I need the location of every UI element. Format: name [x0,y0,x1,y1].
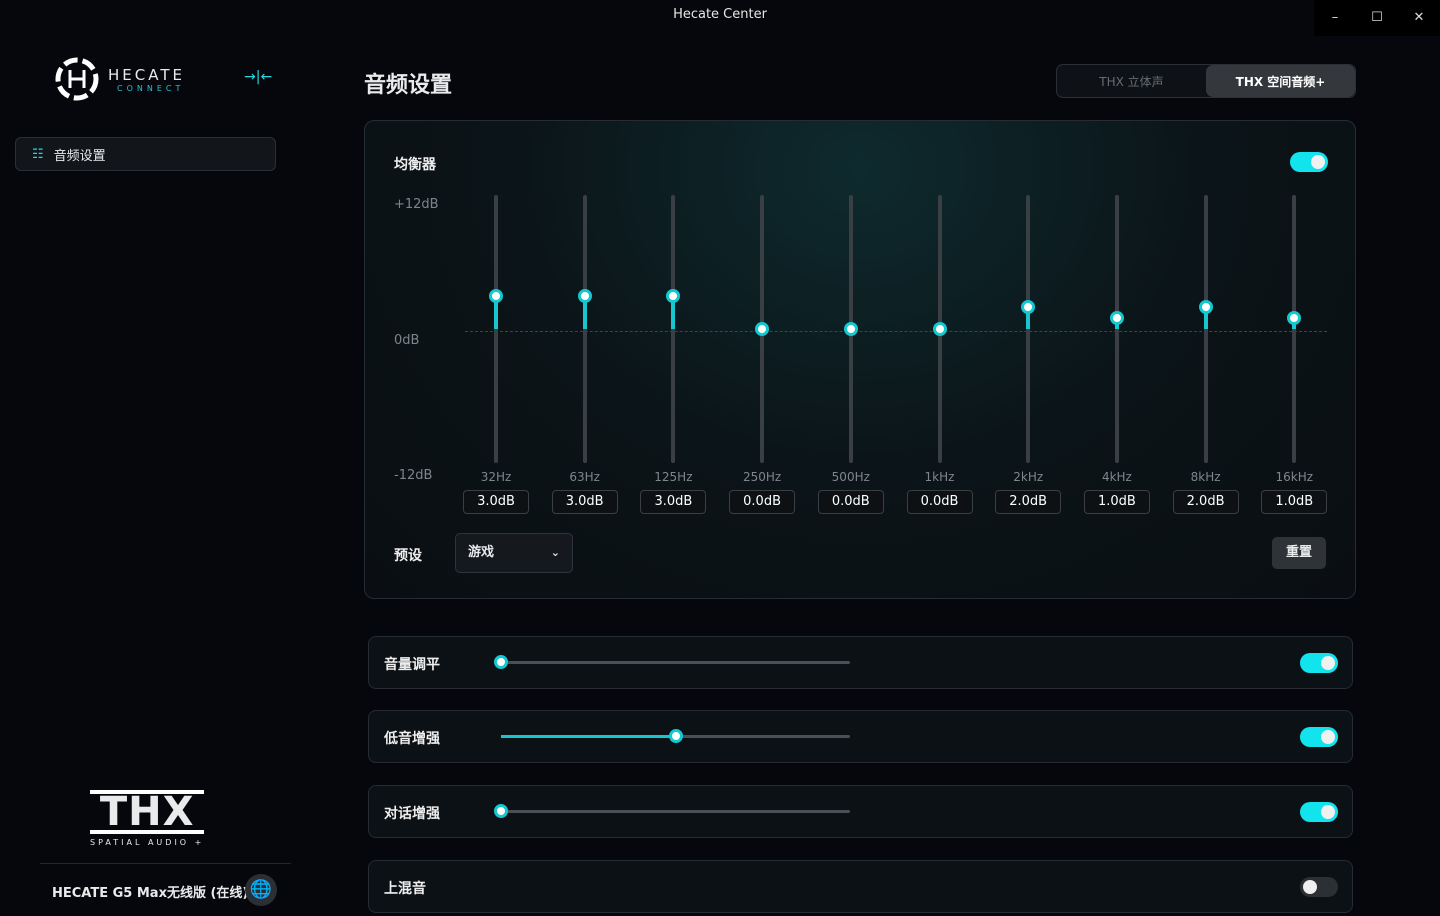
eq-band-value[interactable]: 1.0dB [1261,490,1328,514]
eq-band-freq: 8kHz [1190,470,1221,484]
eq-band-value[interactable]: 0.0dB [817,490,884,514]
slider-fill [501,735,676,738]
sliders-icon: ☷ [32,146,44,162]
dialogue-boost-toggle[interactable] [1300,802,1338,822]
dialogue-boost-slider[interactable] [494,804,850,818]
eq-band-slider[interactable] [671,195,676,463]
slider-handle[interactable] [494,655,508,669]
eq-band-value[interactable]: 0.0dB [729,490,796,514]
eq-band-value[interactable]: 2.0dB [1172,490,1239,514]
eq-band-handle[interactable] [755,322,770,336]
eq-band-freq: 4kHz [1101,470,1132,484]
feature-label: 对话增强 [384,806,440,822]
eq-band-value[interactable]: 3.0dB [463,490,529,514]
eq-band-value[interactable]: 0.0dB [906,490,973,514]
logo-name: HECATE [108,65,185,84]
zero-line [465,331,1327,332]
eq-band-handle[interactable] [1109,310,1124,325]
preset-value: 游戏 [468,545,495,560]
sidebar-item-audio-settings[interactable]: ☷ 音频设置 [15,137,276,171]
hecate-logo: HECATE CONNECT [54,56,185,102]
window-controls: – ☐ ✕ [1314,0,1440,36]
eq-band-slider[interactable] [1114,195,1119,463]
bass-boost-slider[interactable] [501,729,850,743]
device-status: HECATE G5 Max无线版 (在线) [52,886,249,901]
eq-band-handle[interactable] [1021,299,1036,314]
mode-switch: THX 立体声 THX 空间音频+ [1056,64,1356,98]
eq-band-slider[interactable] [1026,195,1031,463]
divider [40,863,291,864]
eq-band-freq: 32Hz [480,470,512,484]
eq-band-freq: 125Hz [654,470,693,484]
eq-band-freq: 16kHz [1275,470,1314,484]
feature-row-upmix: 上混音 [368,860,1353,913]
eq-band-handle[interactable] [577,288,592,303]
tab-thx-stereo[interactable]: THX 立体声 [1057,65,1206,97]
minimize-button[interactable]: – [1314,0,1356,36]
bass-boost-toggle[interactable] [1300,727,1338,747]
sidebar-item-label: 音频设置 [53,148,106,164]
collapse-sidebar-icon[interactable]: →|← [244,69,272,85]
feature-row-bass-boost: 低音增强 [368,710,1353,763]
window-title: Hecate Center [673,7,767,22]
feature-label: 低音增强 [384,731,440,747]
eq-band-slider[interactable] [1292,195,1297,463]
eq-band-freq: 500Hz [831,470,870,484]
eq-band-freq: 63Hz [569,470,600,484]
eq-band-freq: 1kHz [924,470,955,484]
eq-band-handle[interactable] [489,288,503,303]
slider-handle[interactable] [494,804,508,818]
eq-band-freq: 2kHz [1013,470,1044,484]
scale-max: +12dB [394,197,439,212]
eq-band-handle[interactable] [1287,310,1302,325]
page-title: 音频设置 [364,73,453,98]
chevron-down-icon: ⌄ [550,546,560,559]
eq-band-handle[interactable] [932,322,947,336]
preset-label: 预设 [394,548,422,564]
tab-thx-spatial[interactable]: THX 空间音频+ [1206,65,1355,97]
eq-band-slider[interactable] [582,195,587,463]
eq-band-handle[interactable] [1198,299,1213,314]
equalizer-toggle[interactable] [1290,152,1328,172]
eq-band-value[interactable]: 1.0dB [1083,490,1150,514]
equalizer-label: 均衡器 [394,157,436,173]
eq-band-freq: 250Hz [742,470,782,484]
scale-zero: 0dB [394,333,420,348]
reset-button[interactable]: 重置 [1272,537,1326,569]
eq-band-slider[interactable] [1203,195,1208,463]
hecate-logo-icon [55,57,99,101]
feature-row-volume-leveling: 音量调平 [368,636,1353,689]
eq-band-handle[interactable] [666,288,681,303]
logo-sub: CONNECT [117,83,185,93]
close-button[interactable]: ✕ [1398,0,1440,36]
eq-band-value[interactable]: 3.0dB [640,490,707,514]
feature-row-dialogue-boost: 对话增强 [368,785,1353,838]
eq-band-handle[interactable] [843,322,858,336]
volume-leveling-toggle[interactable] [1300,653,1338,673]
eq-band-value[interactable]: 2.0dB [995,490,1062,514]
upmix-toggle[interactable] [1300,877,1338,897]
maximize-button[interactable]: ☐ [1356,0,1398,36]
feature-label: 上混音 [384,881,426,897]
equalizer-panel: 均衡器 +12dB 0dB -12dB 32Hz 3.0dB 63Hz 3.0dB 12… [364,120,1356,599]
language-globe-icon[interactable]: 🌐 [245,874,277,906]
thx-logo-text: THX [90,790,205,834]
preset-dropdown[interactable]: 游戏 ⌄ [455,533,573,573]
slider-handle[interactable] [668,729,683,743]
eq-band-value[interactable]: 3.0dB [551,490,618,514]
thx-logo: THX SPATIAL AUDIO + [90,790,205,847]
eq-band-slider[interactable] [494,195,498,463]
volume-leveling-slider[interactable] [494,655,850,669]
feature-label: 音量调平 [384,657,440,673]
scale-min: -12dB [394,468,433,483]
thx-logo-sub: SPATIAL AUDIO + [90,838,205,847]
